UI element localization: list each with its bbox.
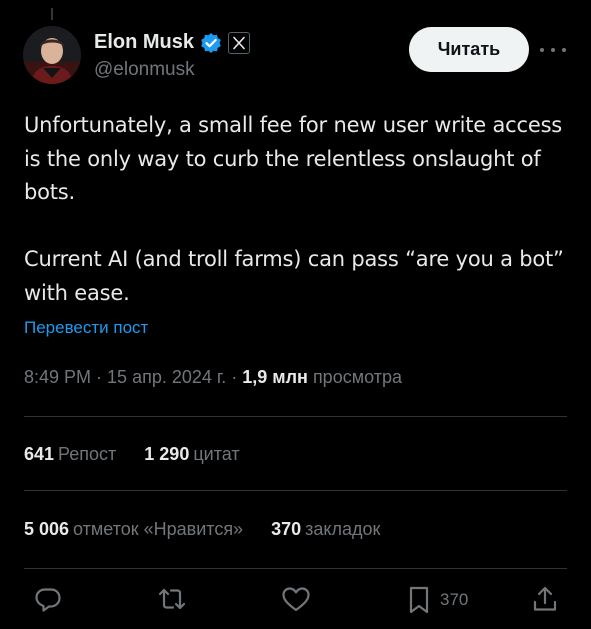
like-button[interactable] — [280, 584, 312, 614]
quotes-label: цитат — [193, 444, 240, 464]
reply-button[interactable] — [33, 584, 63, 614]
tweet-date[interactable]: 15 апр. 2024 г. — [107, 367, 226, 387]
verified-badge-icon[interactable] — [200, 32, 222, 54]
bookmark-button[interactable]: 370 — [406, 584, 468, 616]
quotes-count: 1 290 — [144, 444, 190, 464]
bookmarks-label: закладок — [305, 519, 381, 539]
tweet-text: Unfortunately, a small fee for new user … — [24, 109, 569, 310]
repost-stats-row: 641 Репост 1 290 цитат — [24, 444, 240, 465]
reply-icon — [33, 584, 63, 614]
divider — [24, 568, 567, 569]
retweet-button[interactable] — [156, 584, 188, 614]
action-bar: 370 — [0, 584, 591, 618]
author-handle[interactable]: @elonmusk — [94, 59, 195, 81]
bookmark-icon — [406, 584, 432, 616]
meta-separator: · — [91, 367, 108, 387]
likes-label: отметок «Нравится» — [73, 519, 244, 539]
share-button[interactable] — [530, 584, 560, 614]
tweet-paragraph: Unfortunately, a small fee for new user … — [24, 113, 563, 204]
avatar[interactable] — [23, 26, 81, 84]
tweet-detail: Elon Musk @elonmusk Читать Unfortunately… — [0, 0, 591, 629]
tweet-paragraph: Current AI (and troll farms) can pass “a… — [24, 247, 564, 305]
views-count[interactable]: 1,9 млн — [242, 367, 308, 387]
bookmark-count: 370 — [440, 590, 469, 609]
like-icon — [280, 584, 312, 614]
translate-post-link[interactable]: Перевести пост — [24, 318, 148, 338]
divider — [24, 490, 567, 491]
divider — [24, 416, 567, 417]
more-options-icon[interactable] — [540, 40, 566, 60]
subscribe-button[interactable]: Читать — [409, 27, 529, 72]
meta-separator: · — [226, 367, 243, 387]
thread-connector-line — [51, 8, 53, 20]
tweet-meta: 8:49 PM · 15 апр. 2024 г. · 1,9 млн прос… — [24, 367, 402, 388]
author-name[interactable]: Elon Musk — [94, 31, 194, 54]
views-label[interactable]: просмотра — [313, 367, 402, 387]
author-name-row: Elon Musk — [94, 31, 251, 54]
tweet-time[interactable]: 8:49 PM — [24, 367, 91, 387]
reposts-count: 641 — [24, 444, 55, 464]
retweet-icon — [156, 584, 188, 614]
bookmarks-stat[interactable]: 370 закладок — [271, 519, 380, 540]
x-logo-icon[interactable] — [228, 31, 251, 54]
bookmarks-count: 370 — [271, 519, 302, 539]
likes-stats-row: 5 006 отметок «Нравится» 370 закладок — [24, 519, 380, 540]
reposts-label: Репост — [58, 444, 117, 464]
likes-count: 5 006 — [24, 519, 70, 539]
likes-stat[interactable]: 5 006 отметок «Нравится» — [24, 519, 243, 540]
share-icon — [530, 584, 560, 614]
quotes-stat[interactable]: 1 290 цитат — [144, 444, 239, 465]
reposts-stat[interactable]: 641 Репост — [24, 444, 116, 465]
